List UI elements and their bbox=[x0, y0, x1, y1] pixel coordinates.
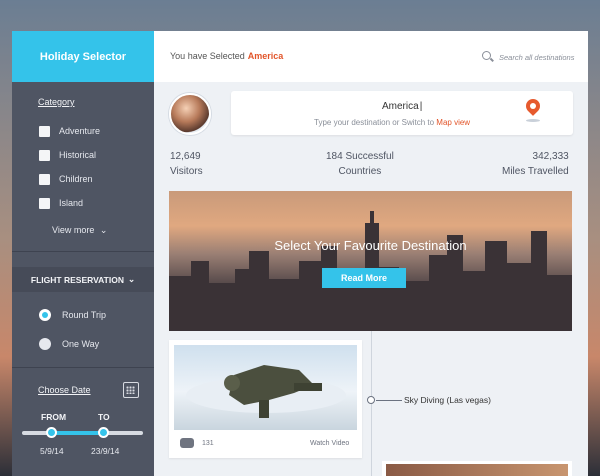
destination-value[interactable]: America bbox=[382, 101, 422, 112]
stat-miles: 342,333 Miles Travelled bbox=[502, 149, 569, 179]
category-label: Historical bbox=[59, 150, 97, 160]
timeline-connector bbox=[376, 400, 402, 401]
chevron-down-icon: ⌄ bbox=[99, 225, 108, 235]
watch-video-link[interactable]: Watch Video bbox=[310, 440, 349, 447]
next-card[interactable] bbox=[382, 461, 572, 476]
read-more-button[interactable]: Read More bbox=[322, 268, 406, 288]
category-island[interactable]: Island bbox=[39, 197, 83, 209]
flight-reservation-label: FLIGHT RESERVATION bbox=[30, 274, 124, 285]
trip-option-label: Round Trip bbox=[62, 310, 107, 320]
choose-date-title: Choose Date bbox=[38, 385, 91, 395]
slider-from-handle[interactable] bbox=[46, 427, 57, 438]
top-bar: You have Selected America Search all dest… bbox=[154, 31, 588, 82]
date-range-fill bbox=[51, 431, 104, 435]
timeline-dot[interactable] bbox=[367, 396, 375, 404]
stat-value: 342,333 bbox=[532, 151, 569, 162]
comment-icon bbox=[180, 438, 194, 448]
selection-status: You have Selected America bbox=[170, 51, 283, 61]
app-window: Holiday Selector Category Adventure Hist… bbox=[12, 31, 588, 476]
trip-option-label: One Way bbox=[62, 339, 100, 349]
checkbox[interactable] bbox=[39, 173, 50, 185]
video-card[interactable]: 131 Watch Video bbox=[169, 340, 362, 458]
skydiver-image bbox=[186, 365, 346, 418]
selection-value: America bbox=[247, 51, 284, 61]
timeline-label[interactable]: Sky Diving (Las vegas) bbox=[404, 395, 491, 405]
stat-label: Visitors bbox=[170, 166, 203, 177]
search-input[interactable]: Search all destinations bbox=[499, 53, 574, 62]
category-label: Adventure bbox=[59, 126, 101, 136]
from-date: 5/9/14 bbox=[40, 446, 64, 456]
stat-label: Countries bbox=[338, 166, 382, 177]
skydiving-thumbnail[interactable] bbox=[174, 345, 357, 430]
radio-icon[interactable] bbox=[39, 338, 51, 350]
next-card-image bbox=[386, 464, 568, 476]
stat-visitors: 12,649 Visitors bbox=[170, 149, 203, 179]
hint-text: Type your destination or Switch to bbox=[314, 118, 435, 127]
category-label: Children bbox=[59, 174, 93, 184]
stat-label: Miles Travelled bbox=[502, 166, 569, 177]
view-more-label: View more bbox=[52, 225, 95, 235]
chevron-down-icon: ⌄ bbox=[127, 274, 136, 284]
slider-to-handle[interactable] bbox=[98, 427, 109, 438]
selection-prefix: You have Selected bbox=[170, 51, 245, 61]
category-label: Island bbox=[59, 198, 84, 208]
to-date: 23/9/14 bbox=[91, 446, 120, 456]
sidebar: Holiday Selector Category Adventure Hist… bbox=[12, 31, 154, 476]
stat-countries: 184 Successful Countries bbox=[326, 149, 394, 179]
city-skyline-image bbox=[169, 211, 572, 331]
to-label: TO bbox=[98, 412, 110, 422]
category-children[interactable]: Children bbox=[39, 173, 93, 185]
trip-option-round-trip[interactable]: Round Trip bbox=[39, 308, 106, 322]
flight-reservation-toggle[interactable]: FLIGHT RESERVATION ⌄ bbox=[12, 267, 154, 292]
hero-title: Select Your Favourite Destination bbox=[274, 238, 467, 253]
category-title: Category bbox=[38, 97, 75, 107]
map-view-link[interactable]: Map view bbox=[436, 118, 470, 127]
destination-input[interactable]: America Type your destination or Switch … bbox=[231, 91, 573, 135]
calendar-icon[interactable] bbox=[123, 382, 139, 398]
trip-option-one-way[interactable]: One Way bbox=[39, 337, 99, 351]
brand-title: Holiday Selector bbox=[12, 31, 154, 82]
search-icon[interactable] bbox=[482, 51, 491, 60]
from-label: FROM bbox=[41, 412, 67, 422]
stat-value: 184 Successful bbox=[326, 151, 394, 162]
view-more-button[interactable]: View more ⌄ bbox=[52, 225, 107, 236]
divider bbox=[12, 367, 154, 368]
category-historical[interactable]: Historical bbox=[39, 149, 96, 161]
radio-selected-icon[interactable] bbox=[39, 309, 51, 321]
pin-shadow bbox=[526, 119, 540, 122]
stat-value: 12,649 bbox=[170, 151, 201, 162]
avatar[interactable] bbox=[169, 93, 211, 135]
comment-count: 131 bbox=[202, 440, 214, 447]
destination-hint: Type your destination or Switch to Map v… bbox=[314, 118, 470, 127]
divider bbox=[12, 251, 154, 252]
checkbox[interactable] bbox=[39, 125, 50, 137]
hero-banner: Select Your Favourite Destination Read M… bbox=[169, 191, 572, 331]
checkbox[interactable] bbox=[39, 197, 50, 209]
category-adventure[interactable]: Adventure bbox=[39, 125, 100, 137]
map-pin-icon[interactable] bbox=[523, 96, 543, 116]
checkbox[interactable] bbox=[39, 149, 50, 161]
